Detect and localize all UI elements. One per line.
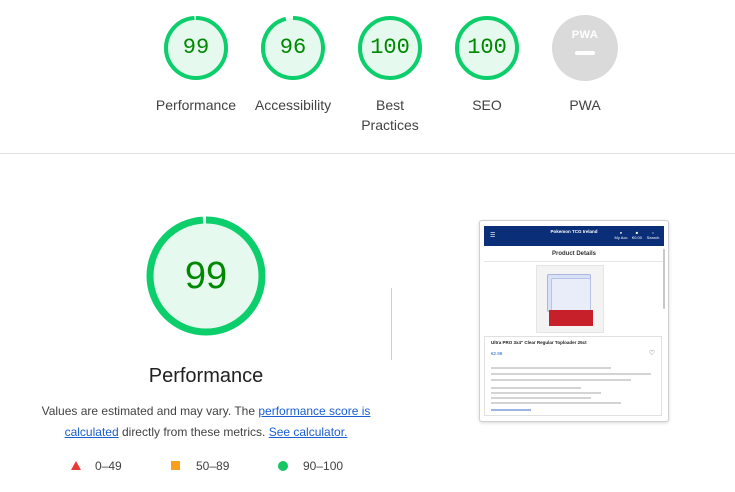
thumb-site-title: Pokemon TCG Ireland: [550, 229, 598, 234]
gauge-accessibility[interactable]: 96 Accessibility: [245, 15, 341, 115]
text-line: [491, 367, 611, 369]
text-line: [491, 402, 621, 404]
description-text: directly from these metrics.: [118, 425, 269, 439]
heart-icon: ♡: [648, 350, 655, 357]
text-line: [491, 392, 601, 394]
text-line: [491, 387, 581, 389]
thumb-page-title: Product Details: [551, 251, 596, 257]
gauge-label: SEO: [472, 97, 502, 113]
performance-score: 99: [184, 255, 228, 297]
thumb-site-header: ☰ Pokemon TCG Ireland ● My Acc ■ €0.00 ○ Se…: [484, 226, 664, 246]
gauge-label: Best Practices: [361, 97, 419, 133]
legend-range: 0–49: [95, 459, 122, 473]
performance-title: Performance: [148, 365, 264, 387]
search-icon: ○ Search: [646, 230, 660, 240]
square-icon: [171, 461, 180, 470]
gauge-label: Performance: [155, 97, 237, 113]
legend-range: 90–100: [303, 459, 344, 473]
thumb-product-price: €2.99: [491, 351, 503, 356]
gauge-pwa[interactable]: PWA PWA: [537, 15, 633, 115]
gauge-performance[interactable]: 99 Performance: [148, 15, 244, 115]
section-divider: [0, 153, 735, 154]
score-value: 99: [182, 35, 210, 60]
category-scores: 99 Performance 96 Accessibility 100 Best…: [0, 0, 735, 153]
vertical-divider: [391, 288, 392, 360]
circle-icon: [278, 461, 288, 471]
description-text: Values are estimated and may vary. The: [41, 404, 259, 418]
gauge-best-practices[interactable]: 100 Best Practices: [342, 15, 438, 135]
text-line: [491, 379, 631, 381]
text-line: [491, 409, 531, 411]
thumb-product-name: Ultra PRO 3x4" Clear Regular Toploader 2…: [491, 340, 587, 345]
performance-main-gauge: 99: [146, 216, 266, 336]
product-info-card: Ultra PRO 3x4" Clear Regular Toploader 2…: [484, 336, 662, 416]
final-screenshot-thumbnail[interactable]: ☰ Pokemon TCG Ireland ● My Acc ■ €0.00 ○ Se…: [479, 220, 669, 422]
score-value: 100: [370, 35, 410, 60]
legend-range: 50–89: [196, 459, 230, 473]
account-icon: ● My Acc: [614, 230, 628, 240]
gauge-label: Accessibility: [254, 97, 332, 113]
gauge-seo[interactable]: 100 SEO: [439, 15, 535, 115]
score-value: 96: [279, 35, 307, 60]
performance-description: Values are estimated and may vary. The p…: [30, 401, 382, 443]
score-legend: 0–49 50–89 90–100: [0, 458, 735, 476]
menu-icon: ☰: [490, 233, 496, 239]
pwa-badge-text: PWA: [571, 29, 599, 41]
cart-icon: ■ €0.00: [631, 230, 642, 240]
triangle-icon: [71, 461, 81, 470]
see-calculator-link[interactable]: See calculator.: [269, 425, 348, 439]
product-image: [536, 265, 604, 333]
text-line: [491, 373, 651, 375]
toploader-card-icon: [551, 278, 591, 312]
score-ring: 100: [454, 15, 520, 81]
gauge-label: PWA: [569, 97, 601, 113]
divider: [484, 261, 664, 262]
score-ring: 100: [357, 15, 423, 81]
thumb-scrollbar: [663, 249, 665, 309]
score-value: 100: [467, 35, 507, 60]
pwa-badge-icon: PWA: [552, 15, 618, 81]
text-line: [491, 397, 591, 399]
score-ring: 96: [260, 15, 326, 81]
product-box-icon: [549, 310, 593, 326]
score-ring: 99: [163, 15, 229, 81]
